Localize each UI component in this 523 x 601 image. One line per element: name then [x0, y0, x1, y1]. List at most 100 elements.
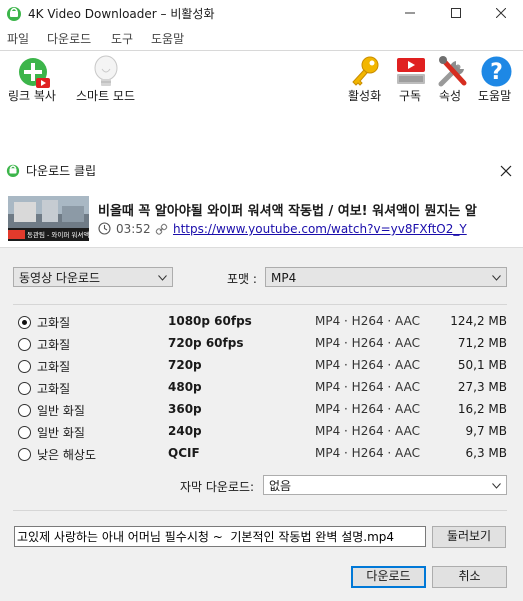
quality-codec: MP4 · H264 · AAC	[315, 402, 420, 416]
download-button[interactable]: 다운로드	[351, 566, 426, 588]
preferences-label: 속성	[439, 89, 462, 103]
quality-resolution: 240p	[168, 424, 202, 438]
cancel-button[interactable]: 취소	[432, 566, 507, 588]
paste-link-icon	[19, 58, 50, 88]
quality-resolution: 720p 60fps	[168, 336, 244, 350]
tools-icon	[438, 56, 467, 87]
close-icon	[500, 165, 512, 177]
subscribe-icon	[397, 58, 425, 84]
smart-mode-button[interactable]: 스마트 모드	[74, 54, 140, 104]
radio[interactable]	[18, 338, 31, 351]
subscribe-label: 구독	[399, 89, 422, 103]
quality-codec: MP4 · H264 · AAC	[315, 446, 420, 460]
quality-codec: MP4 · H264 · AAC	[315, 336, 420, 350]
dialog-title: 다운로드 클립	[26, 164, 97, 178]
quality-label: 고화질	[37, 382, 71, 396]
dialog-app-icon	[6, 164, 20, 177]
smart-mode-label: 스마트 모드	[76, 89, 136, 103]
divider	[13, 510, 507, 511]
quality-option[interactable]: 고화질 720p 60fps MP4 · H264 · AAC 71,2 MB	[0, 334, 523, 356]
help-icon: ?	[481, 56, 512, 87]
filename-input[interactable]	[14, 526, 426, 547]
quality-label: 고화질	[37, 316, 71, 330]
radio[interactable]	[18, 360, 31, 373]
help-label: 도움말	[478, 89, 512, 103]
quality-label: 낮은 해상도	[37, 448, 97, 462]
key-icon	[352, 56, 379, 86]
video-thumbnail: 동관팀 - 와이퍼 워셔액 작동법	[8, 196, 89, 241]
quality-size: 16,2 MB	[457, 402, 507, 416]
quality-option[interactable]: 일반 화질 360p MP4 · H264 · AAC 16,2 MB	[0, 400, 523, 422]
radio[interactable]	[18, 426, 31, 439]
chevron-down-icon	[158, 275, 167, 281]
paste-link-label: 링크 복사	[8, 89, 56, 103]
format-value: MP4	[271, 271, 297, 285]
close-icon	[495, 7, 507, 19]
browse-button[interactable]: 둘러보기	[432, 526, 506, 548]
quality-label: 고화질	[37, 338, 71, 352]
menu-help[interactable]: 도움말	[151, 30, 184, 47]
menu-file[interactable]: 파일	[7, 30, 29, 47]
quality-option[interactable]: 고화질 720p MP4 · H264 · AAC 50,1 MB	[0, 356, 523, 378]
quality-codec: MP4 · H264 · AAC	[315, 358, 420, 372]
chevron-down-icon	[492, 275, 501, 281]
link-icon	[155, 223, 168, 235]
radio[interactable]	[18, 448, 31, 461]
menu-tools[interactable]: 도구	[111, 30, 133, 47]
activate-label: 활성화	[348, 89, 382, 103]
menu-download[interactable]: 다운로드	[47, 30, 91, 47]
maximize-icon	[451, 8, 461, 18]
quality-size: 27,3 MB	[457, 380, 507, 394]
clock-icon	[98, 222, 111, 235]
video-url-link[interactable]: https://www.youtube.com/watch?v=yv8FXftO…	[173, 222, 467, 236]
chevron-down-icon	[492, 483, 501, 489]
paste-link-button[interactable]: 링크 복사	[6, 54, 64, 104]
help-button[interactable]: ? 도움말	[476, 54, 520, 104]
lightbulb-icon	[94, 55, 118, 86]
thumbnail-caption: 동관팀 - 와이퍼 워셔액 작동법	[27, 230, 89, 239]
subtitles-label: 자막 다운로드:	[180, 480, 255, 494]
quality-size: 9,7 MB	[465, 424, 507, 438]
video-title: 비올때 꼭 알아야될 와이퍼 워셔액 작동법 / 여보! 워셔액이 뭔지는 알	[98, 204, 477, 219]
quality-option[interactable]: 고화질 480p MP4 · H264 · AAC 27,3 MB	[0, 378, 523, 400]
quality-size: 50,1 MB	[457, 358, 507, 372]
quality-resolution: 360p	[168, 402, 202, 416]
radio[interactable]	[18, 382, 31, 395]
subscribe-button[interactable]: 구독	[394, 54, 430, 104]
activate-button[interactable]: 활성화	[345, 54, 389, 104]
quality-resolution: QCIF	[168, 446, 200, 460]
quality-resolution: 1080p 60fps	[168, 314, 252, 328]
app-logo-icon	[7, 7, 21, 21]
dialog-close-button[interactable]	[496, 161, 516, 181]
format-label: 포맷 :	[227, 272, 257, 286]
quality-size: 124,2 MB	[450, 314, 507, 328]
quality-label: 고화질	[37, 360, 71, 374]
subtitles-value: 없음	[269, 479, 292, 493]
maximize-button[interactable]	[437, 0, 475, 28]
preferences-button[interactable]: 속성	[434, 54, 472, 104]
quality-label: 일반 화질	[37, 404, 85, 418]
download-type-select[interactable]: 동영상 다운로드	[13, 267, 173, 287]
quality-size: 6,3 MB	[465, 446, 507, 460]
quality-option[interactable]: 고화질 1080p 60fps MP4 · H264 · AAC 124,2 M…	[0, 312, 523, 334]
download-type-value: 동영상 다운로드	[19, 271, 101, 285]
subtitles-select[interactable]: 없음	[263, 475, 507, 495]
quality-resolution: 480p	[168, 380, 202, 394]
quality-resolution: 720p	[168, 358, 202, 372]
quality-option[interactable]: 일반 화질 240p MP4 · H264 · AAC 9,7 MB	[0, 422, 523, 444]
divider	[13, 304, 507, 305]
minimize-icon	[405, 12, 415, 14]
quality-size: 71,2 MB	[457, 336, 507, 350]
quality-codec: MP4 · H264 · AAC	[315, 314, 420, 328]
video-duration: 03:52	[116, 222, 151, 236]
quality-option[interactable]: 낮은 해상도 QCIF MP4 · H264 · AAC 6,3 MB	[0, 444, 523, 466]
radio-selected[interactable]	[18, 316, 31, 329]
radio[interactable]	[18, 404, 31, 417]
format-select[interactable]: MP4	[265, 267, 507, 287]
minimize-button[interactable]	[391, 0, 429, 28]
close-window-button[interactable]	[482, 0, 520, 28]
svg-text:?: ?	[490, 60, 503, 85]
quality-codec: MP4 · H264 · AAC	[315, 424, 420, 438]
quality-codec: MP4 · H264 · AAC	[315, 380, 420, 394]
quality-label: 일반 화질	[37, 426, 85, 440]
